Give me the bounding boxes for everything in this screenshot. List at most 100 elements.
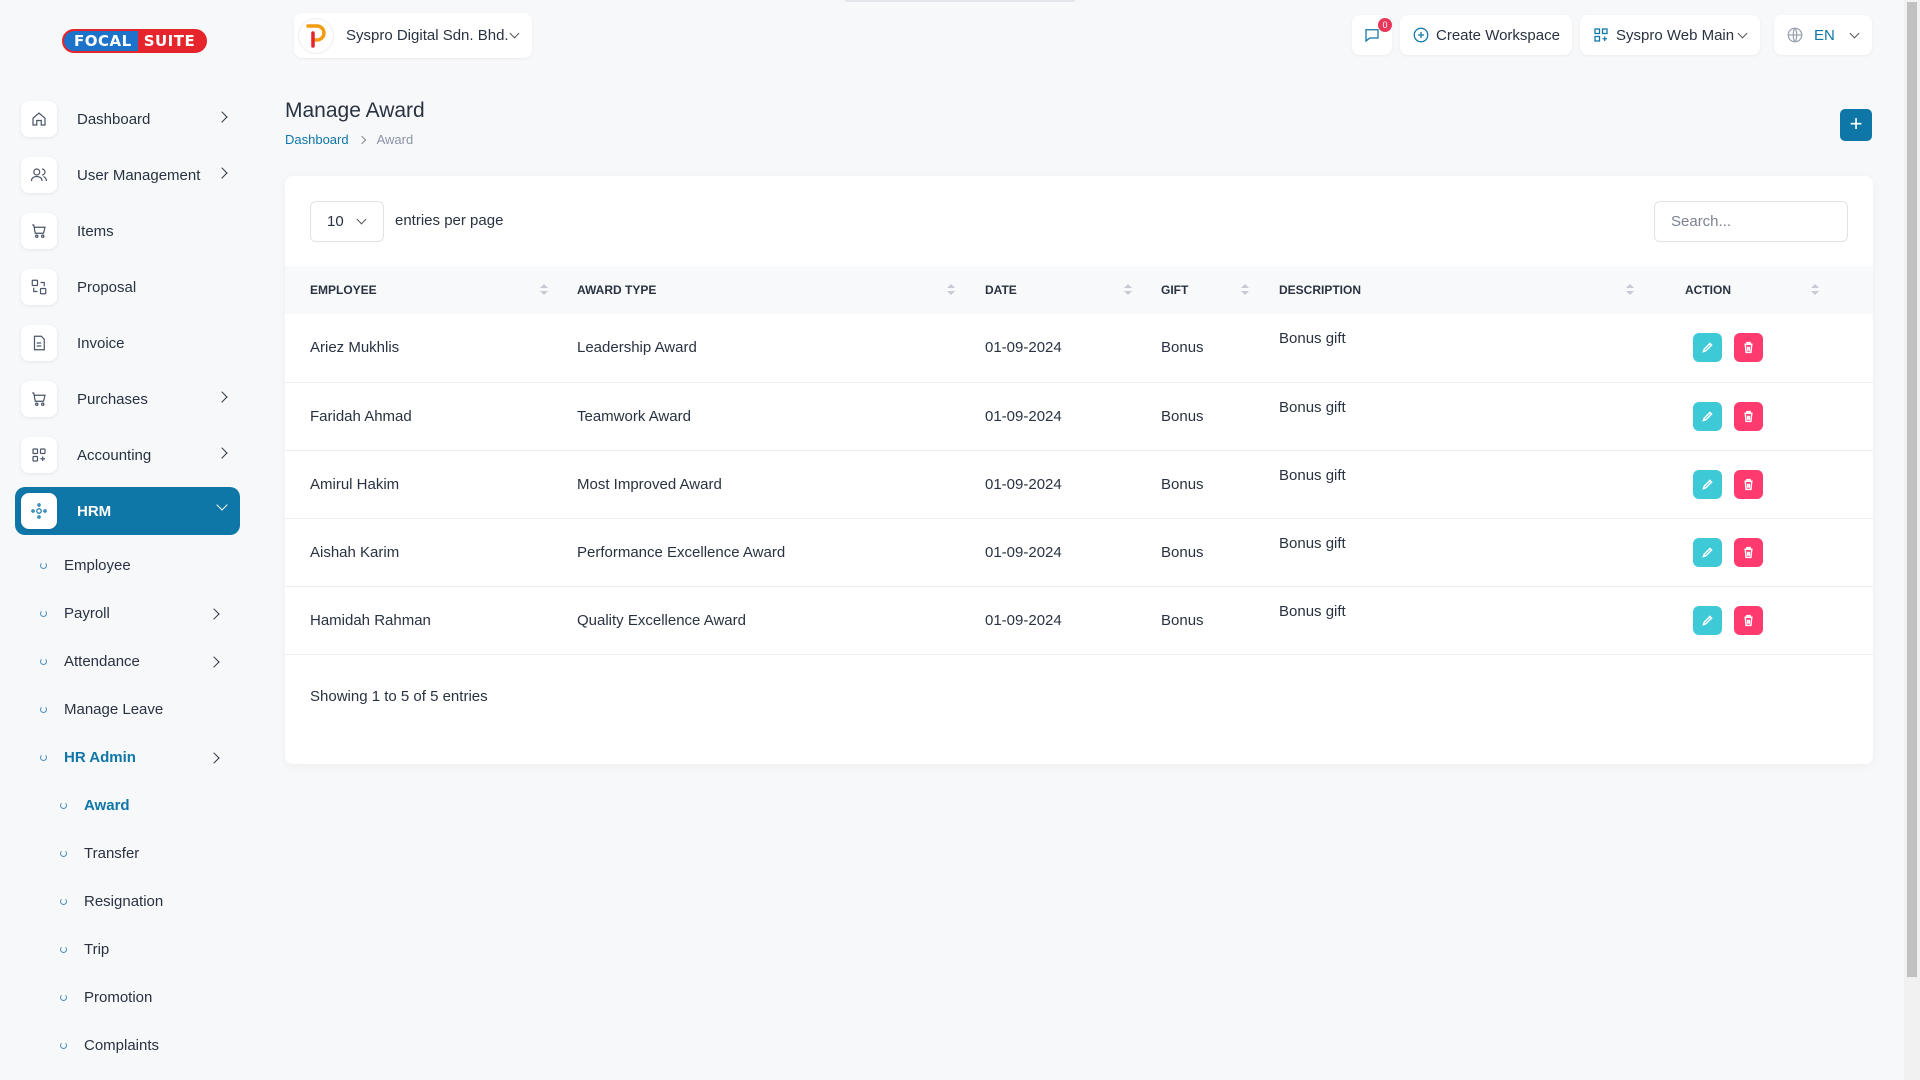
sidebar-item-label: Invoice [77,334,125,352]
language-switcher[interactable]: EN [1774,15,1872,55]
chevron-right-icon [216,391,228,403]
edit-button[interactable] [1693,605,1722,635]
entries-per-page-select[interactable]: 10 [310,201,384,242]
chevron-right-icon [208,608,220,620]
page-scrollbar[interactable] [1904,0,1920,1080]
bullet-icon [60,993,67,1001]
column-header-award-type[interactable]: AWARD TYPE [552,266,960,314]
cell-gift: Bonus [1161,611,1204,629]
bullet-icon [60,849,67,857]
delete-button[interactable] [1734,469,1763,499]
notification-badge: 0 [1378,18,1392,32]
award-table: EMPLOYEE AWARD TYPE DATE GIFT DESCRIPTIO… [285,266,1873,655]
workspace-switcher[interactable]: Syspro Web Main [1580,15,1760,55]
table-header-row: EMPLOYEE AWARD TYPE DATE GIFT DESCRIPTIO… [285,266,1873,314]
sidebar-item-manage-leave[interactable]: Manage Leave [40,697,163,721]
sidebar-item-payroll[interactable]: Payroll [40,601,240,625]
submenu-label: Resignation [84,892,164,910]
edit-button[interactable] [1693,333,1722,363]
breadcrumb-home-link[interactable]: Dashboard [285,132,349,147]
column-header-description[interactable]: DESCRIPTION [1254,266,1660,314]
column-header-action[interactable]: ACTION [1660,266,1873,314]
sort-icon [947,284,955,298]
logo-right-text: SUITE [137,31,206,51]
cell-description: Bonus gift [1279,534,1346,552]
breadcrumb: Dashboard Award [285,132,413,147]
workspace-name: Syspro Web Main [1616,26,1735,44]
submenu-label: Complaints [84,1036,160,1054]
trash-icon [1744,546,1753,558]
column-header-gift[interactable]: GIFT [1136,266,1254,314]
edit-button[interactable] [1693,469,1722,499]
cell-employee: Hamidah Rahman [310,611,431,629]
app-logo[interactable]: FOCAL SUITE [62,29,208,53]
delete-button[interactable] [1734,605,1763,635]
edit-button[interactable] [1693,401,1722,431]
column-header-label: GIFT [1161,283,1189,297]
sidebar-item-resignation[interactable]: Resignation [60,889,163,913]
edit-button[interactable] [1693,537,1722,567]
sidebar-item-purchases[interactable]: Purchases [15,375,240,423]
create-workspace-button[interactable]: Create Workspace [1400,15,1572,55]
sidebar-item-label: Purchases [77,390,148,408]
sidebar-item-hr-admin[interactable]: HR Admin [40,745,240,769]
invoice-icon [21,325,57,361]
delete-button[interactable] [1734,333,1763,363]
submenu-label: Transfer [84,844,140,862]
sidebar-item-user-management[interactable]: User Management [15,151,240,199]
company-name: Syspro Digital Sdn. Bhd. [346,27,509,44]
cell-gift: Bonus [1161,475,1204,493]
chevron-down-icon [1737,28,1748,39]
apps-icon [1594,28,1608,42]
column-header-date[interactable]: DATE [960,266,1136,314]
cell-award-type: Leadership Award [577,339,697,357]
bullet-icon [60,897,67,905]
sidebar-item-dashboard[interactable]: Dashboard [15,95,240,143]
sidebar-item-transfer[interactable]: Transfer [60,841,139,865]
bullet-icon [40,705,47,713]
trash-icon [1744,614,1753,626]
search-input[interactable] [1654,201,1848,242]
table-row: Ariez Mukhlis Leadership Award 01-09-202… [285,314,1873,382]
cell-action [1660,314,1873,382]
scrollbar-thumb[interactable] [1907,2,1917,977]
sidebar-item-proposal[interactable]: Proposal [15,263,240,311]
sidebar-item-items[interactable]: Items [15,207,240,255]
sidebar-item-label: User Management [77,166,201,184]
pencil-icon [1702,546,1713,558]
sort-icon [1241,284,1249,298]
cell-action [1660,518,1873,586]
sidebar-item-complaints[interactable]: Complaints [60,1033,159,1057]
sidebar-item-label: Proposal [77,278,137,296]
delete-button[interactable] [1734,401,1763,431]
delete-button[interactable] [1734,537,1763,567]
sort-icon [540,284,548,298]
sidebar-item-trip[interactable]: Trip [60,937,109,961]
company-switcher[interactable]: Syspro Digital Sdn. Bhd. [294,13,532,58]
main-nav: Dashboard User Management Items Proposal… [15,95,240,543]
sidebar-item-award[interactable]: Award [60,793,130,817]
chevron-right-icon [216,111,228,123]
cell-date: 01-09-2024 [985,543,1062,561]
messages-button[interactable]: 0 [1352,15,1392,55]
cell-award-type: Performance Excellence Award [577,543,786,561]
cell-gift: Bonus [1161,543,1204,561]
entries-per-page-label: entries per page [395,212,504,229]
breadcrumb-current: Award [376,132,414,147]
chevron-right-icon [357,135,366,144]
cell-gift: Bonus [1161,407,1204,425]
chevron-down-icon [216,499,228,511]
cell-gift: Bonus [1161,339,1204,357]
sidebar-item-attendance[interactable]: Attendance [40,649,240,673]
column-header-employee[interactable]: EMPLOYEE [285,266,552,314]
submenu-label: Manage Leave [64,700,164,718]
sidebar-item-hrm[interactable]: HRM [15,487,240,535]
sidebar-item-promotion[interactable]: Promotion [60,985,152,1009]
sidebar-item-accounting[interactable]: Accounting [15,431,240,479]
cart-icon [21,381,57,417]
sidebar-item-invoice[interactable]: Invoice [15,319,240,367]
cell-date: 01-09-2024 [985,475,1062,493]
sidebar-item-employee[interactable]: Employee [40,553,131,577]
add-award-button[interactable]: + [1840,109,1872,141]
chevron-right-icon [216,447,228,459]
